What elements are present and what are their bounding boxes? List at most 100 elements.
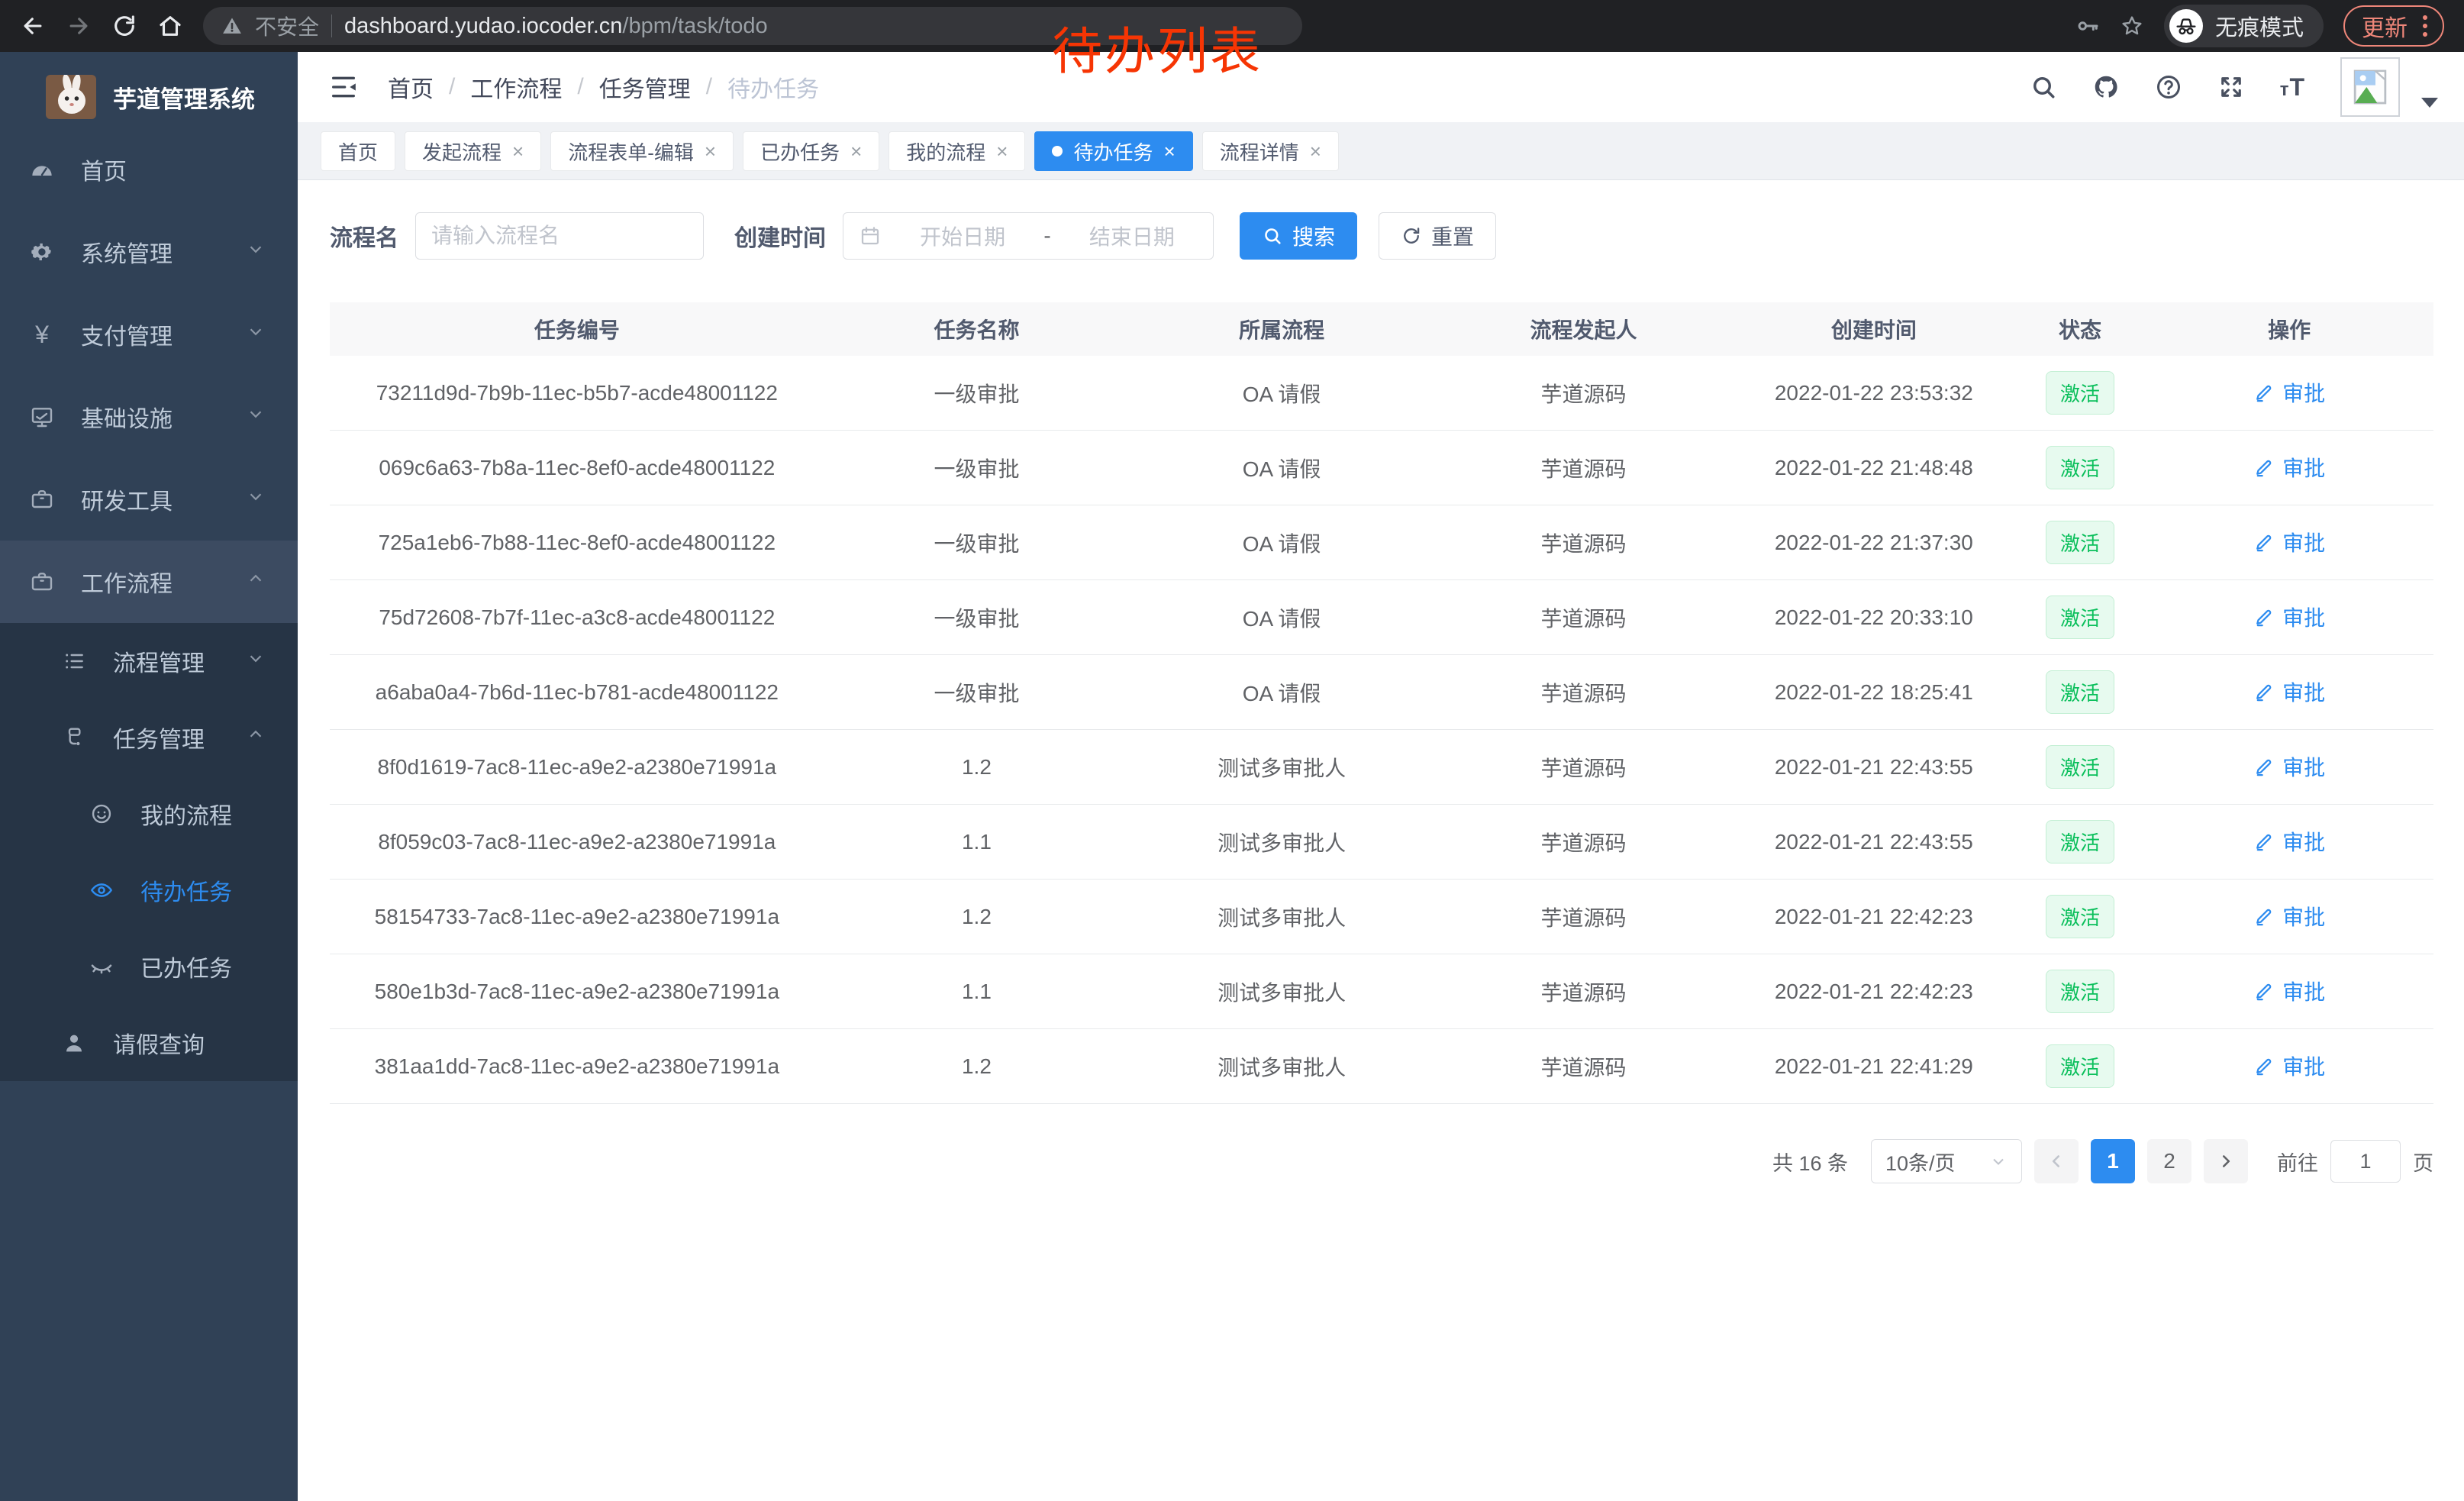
active-dot xyxy=(1052,146,1063,157)
tab-my-process[interactable]: 我的流程× xyxy=(889,131,1025,171)
approve-action[interactable]: 审批 xyxy=(2253,377,2325,408)
fullscreen-icon[interactable] xyxy=(2217,73,2245,101)
created-cell: 2022-01-21 22:42:23 xyxy=(1733,905,2014,929)
search-icon[interactable] xyxy=(2030,73,2057,101)
sidebar-item-payment[interactable]: ¥ 支付管理 xyxy=(0,293,298,376)
incognito-badge: 无痕模式 xyxy=(2164,5,2324,47)
chevron-right-icon xyxy=(2216,1151,2236,1171)
sidebar-item-task-mgmt[interactable]: 任务管理 xyxy=(0,699,298,776)
logo-avatar xyxy=(46,75,96,119)
search-button[interactable]: 搜索 xyxy=(1240,212,1357,260)
sidebar-item-devtools[interactable]: 研发工具 xyxy=(0,458,298,541)
sidebar-item-workflow[interactable]: 工作流程 xyxy=(0,541,298,623)
avatar[interactable] xyxy=(2340,57,2400,117)
table-row[interactable]: 725a1eb6-7b88-11ec-8ef0-acde48001122 一级审… xyxy=(330,505,2433,580)
reload-icon[interactable] xyxy=(111,13,137,39)
process-name-input[interactable] xyxy=(415,212,704,260)
search-icon xyxy=(1262,225,1283,247)
table-row[interactable]: 8f059c03-7ac8-11ec-a9e2-a2380e71991a 1.1… xyxy=(330,805,2433,880)
starter-cell: 芋道源码 xyxy=(1434,677,1733,708)
task-name-cell: 一级审批 xyxy=(824,528,1130,558)
goto-page-input[interactable] xyxy=(2330,1140,2401,1183)
close-icon[interactable]: × xyxy=(1310,140,1321,163)
sidebar-item-process-mgmt[interactable]: 流程管理 xyxy=(0,623,298,699)
help-icon[interactable] xyxy=(2155,73,2182,101)
github-icon[interactable] xyxy=(2092,73,2120,101)
approve-action[interactable]: 审批 xyxy=(2253,676,2325,707)
prev-page-button[interactable] xyxy=(2034,1139,2079,1183)
sidebar-item-done-tasks[interactable]: 已办任务 xyxy=(0,928,298,1005)
approve-action[interactable]: 审批 xyxy=(2253,602,2325,632)
tab-done-tasks[interactable]: 已办任务× xyxy=(743,131,879,171)
close-icon[interactable]: × xyxy=(1164,140,1176,163)
edit-pencil-icon xyxy=(2253,831,2275,852)
logo-row[interactable]: 芋道管理系统 xyxy=(0,52,298,128)
forward-icon[interactable] xyxy=(66,13,92,39)
avatar-caret-icon[interactable] xyxy=(2421,98,2438,108)
sidebar-item-infra[interactable]: 基础设施 xyxy=(0,376,298,458)
page-2-button[interactable]: 2 xyxy=(2147,1139,2191,1183)
approve-action[interactable]: 审批 xyxy=(2253,1051,2325,1081)
browser-menu-icon[interactable] xyxy=(2420,15,2430,37)
task-name-cell: 1.2 xyxy=(824,1054,1130,1079)
approve-action[interactable]: 审批 xyxy=(2253,901,2325,931)
sidebar-item-my-process[interactable]: 我的流程 xyxy=(0,776,298,852)
font-size-icon[interactable]: тT xyxy=(2280,73,2305,102)
date-range-picker[interactable]: 开始日期 - 结束日期 xyxy=(843,212,1214,260)
chevron-down-icon xyxy=(246,321,266,347)
status-badge: 激活 xyxy=(2046,596,2114,639)
tab-process-detail[interactable]: 流程详情× xyxy=(1202,131,1339,171)
edit-pencil-icon xyxy=(2253,980,2275,1002)
end-date-placeholder[interactable]: 结束日期 xyxy=(1066,221,1198,251)
reset-button[interactable]: 重置 xyxy=(1379,212,1496,260)
close-icon[interactable]: × xyxy=(705,140,716,163)
sidebar-item-home[interactable]: 首页 xyxy=(0,128,298,211)
approve-action[interactable]: 审批 xyxy=(2253,751,2325,782)
page-1-button[interactable]: 1 xyxy=(2091,1139,2135,1183)
home-icon[interactable] xyxy=(157,13,183,39)
sidebar-item-todo-tasks[interactable]: 待办任务 xyxy=(0,852,298,928)
security-label[interactable]: 不安全 xyxy=(255,11,319,41)
bookmark-star-icon[interactable] xyxy=(2120,14,2144,38)
starter-cell: 芋道源码 xyxy=(1434,976,1733,1007)
back-icon[interactable] xyxy=(20,13,46,39)
table-row[interactable]: a6aba0a4-7b6d-11ec-b781-acde48001122 一级审… xyxy=(330,655,2433,730)
table-row[interactable]: 069c6a63-7b8a-11ec-8ef0-acde48001122 一级审… xyxy=(330,431,2433,505)
table-row[interactable]: 75d72608-7b7f-11ec-a3c8-acde48001122 一级审… xyxy=(330,580,2433,655)
breadcrumb-task-mgmt[interactable]: 任务管理 xyxy=(599,70,691,104)
tab-todo-tasks[interactable]: 待办任务× xyxy=(1034,131,1192,171)
close-icon[interactable]: × xyxy=(850,140,862,163)
page-size-select[interactable]: 10条/页 xyxy=(1871,1139,2022,1183)
edit-pencil-icon xyxy=(2253,905,2275,927)
approve-action[interactable]: 审批 xyxy=(2253,452,2325,483)
close-icon[interactable]: × xyxy=(996,140,1008,163)
table-row[interactable]: 58154733-7ac8-11ec-a9e2-a2380e71991a 1.2… xyxy=(330,880,2433,954)
start-date-placeholder[interactable]: 开始日期 xyxy=(897,221,1028,251)
url-text[interactable]: dashboard.yudao.iocoder.cn/bpm/task/todo xyxy=(344,14,768,39)
list-icon xyxy=(60,649,89,673)
gear-icon xyxy=(27,240,56,264)
breadcrumb-home[interactable]: 首页 xyxy=(388,70,434,104)
goto-label: 前往 xyxy=(2277,1147,2318,1177)
menu-collapse-icon[interactable] xyxy=(328,72,359,102)
approve-action[interactable]: 审批 xyxy=(2253,976,2325,1006)
table-row[interactable]: 8f0d1619-7ac8-11ec-a9e2-a2380e71991a 1.2… xyxy=(330,730,2433,805)
tab-start-process[interactable]: 发起流程× xyxy=(405,131,541,171)
sidebar-item-leave-query[interactable]: 请假查询 xyxy=(0,1005,298,1081)
table-row[interactable]: 580e1b3d-7ac8-11ec-a9e2-a2380e71991a 1.1… xyxy=(330,954,2433,1029)
update-button[interactable]: 更新 xyxy=(2343,5,2444,47)
breadcrumb-workflow[interactable]: 工作流程 xyxy=(470,70,562,104)
eye-closed-icon xyxy=(87,954,116,979)
sidebar-item-system[interactable]: 系统管理 xyxy=(0,211,298,293)
tab-home[interactable]: 首页 xyxy=(321,131,395,171)
approve-action[interactable]: 审批 xyxy=(2253,527,2325,557)
table-row[interactable]: 381aa1dd-7ac8-11ec-a9e2-a2380e71991a 1.2… xyxy=(330,1029,2433,1104)
tab-form-edit[interactable]: 流程表单-编辑× xyxy=(550,131,734,171)
edit-pencil-icon xyxy=(2253,1055,2275,1077)
edit-pencil-icon xyxy=(2253,756,2275,777)
next-page-button[interactable] xyxy=(2204,1139,2248,1183)
table-row[interactable]: 73211d9d-7b9b-11ec-b5b7-acde48001122 一级审… xyxy=(330,356,2433,431)
password-key-icon[interactable] xyxy=(2075,14,2100,38)
close-icon[interactable]: × xyxy=(512,140,524,163)
approve-action[interactable]: 审批 xyxy=(2253,826,2325,857)
